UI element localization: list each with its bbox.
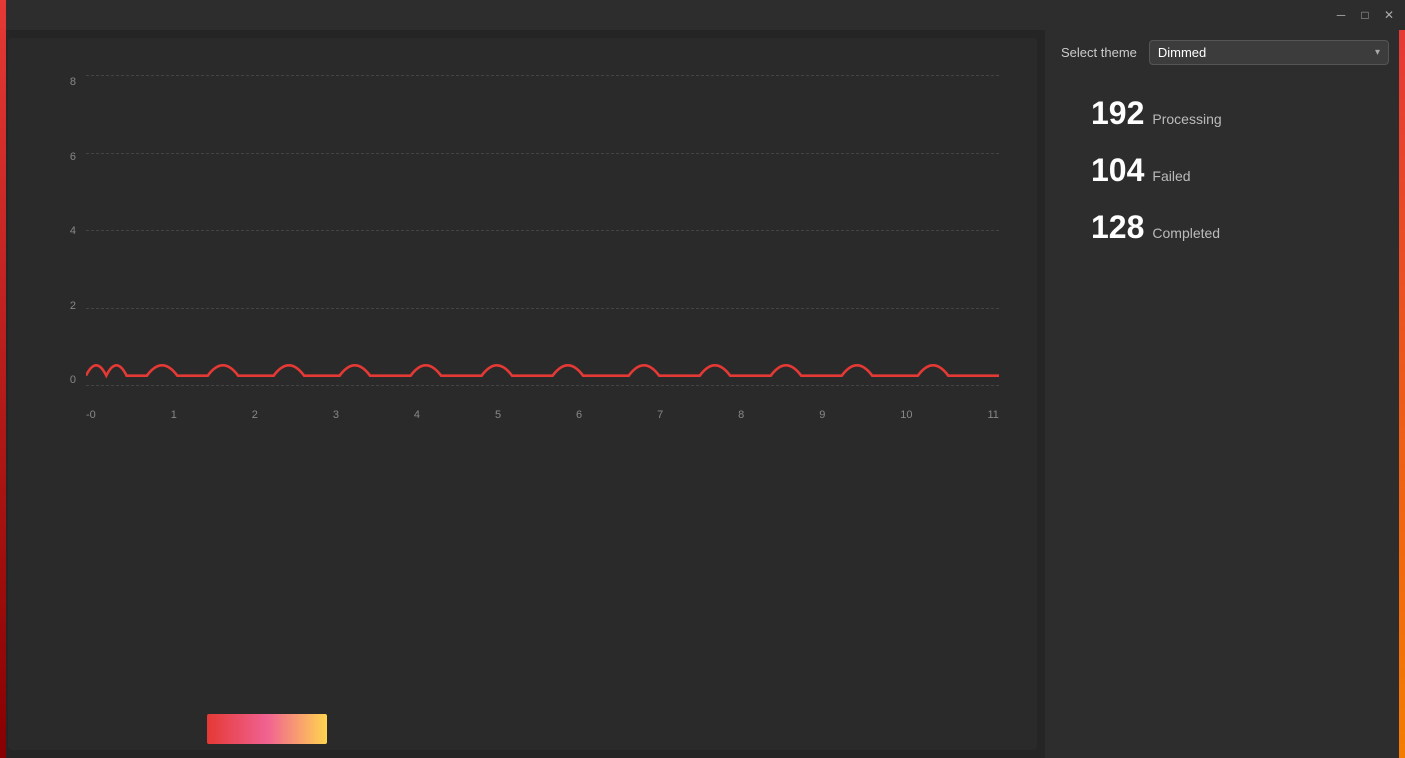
theme-selector-row: Select theme Dimmed ▾ bbox=[1061, 40, 1389, 65]
stat-label-processing: Processing bbox=[1152, 111, 1221, 127]
stat-number-failed: 104 bbox=[1091, 152, 1144, 189]
x-label-3: 3 bbox=[333, 409, 339, 421]
stat-label-completed: Completed bbox=[1152, 225, 1220, 241]
x-label-10: 10 bbox=[900, 409, 912, 421]
x-label-2: 2 bbox=[252, 409, 258, 421]
left-accent-bar bbox=[0, 30, 6, 758]
stat-row-completed: 128 Completed bbox=[1091, 209, 1389, 246]
minimize-button[interactable]: ─ bbox=[1333, 7, 1349, 23]
bottom-panel-left bbox=[16, 444, 519, 744]
main-window: ─ □ ✕ 0 2 4 6 8 bbox=[0, 0, 1405, 758]
y-label-4: 4 bbox=[56, 225, 76, 237]
x-label-0: -0 bbox=[86, 409, 96, 421]
x-label-6: 6 bbox=[576, 409, 582, 421]
theme-dropdown-value: Dimmed bbox=[1158, 45, 1206, 60]
theme-dropdown[interactable]: Dimmed ▾ bbox=[1149, 40, 1389, 65]
stats-container: 192 Processing 104 Failed 128 Completed bbox=[1061, 95, 1389, 246]
x-label-1: 1 bbox=[171, 409, 177, 421]
theme-label: Select theme bbox=[1061, 45, 1137, 60]
content-area: 0 2 4 6 8 bbox=[0, 30, 1405, 758]
bottom-panel-image bbox=[207, 714, 327, 744]
chart-area: 0 2 4 6 8 bbox=[36, 66, 1009, 426]
stat-row-failed: 104 Failed bbox=[1091, 152, 1389, 189]
main-panel: 0 2 4 6 8 bbox=[8, 38, 1037, 750]
x-label-5: 5 bbox=[495, 409, 501, 421]
right-accent-bar bbox=[1399, 30, 1405, 758]
x-label-7: 7 bbox=[657, 409, 663, 421]
x-label-4: 4 bbox=[414, 409, 420, 421]
stat-row-processing: 192 Processing bbox=[1091, 95, 1389, 132]
chevron-down-icon: ▾ bbox=[1375, 47, 1380, 58]
x-axis-labels: -0 1 2 3 4 5 6 7 8 9 10 11 bbox=[86, 409, 999, 421]
chart-inner bbox=[86, 76, 999, 386]
bottom-panel-right bbox=[527, 444, 1030, 744]
y-label-2: 2 bbox=[56, 300, 76, 312]
stat-number-processing: 192 bbox=[1091, 95, 1144, 132]
bottom-panels bbox=[16, 444, 1029, 744]
stat-number-completed: 128 bbox=[1091, 209, 1144, 246]
title-bar: ─ □ ✕ bbox=[0, 0, 1405, 30]
stat-label-failed: Failed bbox=[1152, 168, 1190, 184]
close-button[interactable]: ✕ bbox=[1381, 7, 1397, 23]
x-label-11: 11 bbox=[987, 409, 998, 421]
maximize-button[interactable]: □ bbox=[1357, 7, 1373, 23]
x-label-9: 9 bbox=[819, 409, 825, 421]
right-sidebar: Select theme Dimmed ▾ 192 Processing 104… bbox=[1045, 30, 1405, 758]
y-label-0: 0 bbox=[56, 374, 76, 386]
y-label-8: 8 bbox=[56, 76, 76, 88]
x-label-8: 8 bbox=[738, 409, 744, 421]
chart-container: 0 2 4 6 8 bbox=[16, 46, 1029, 436]
y-axis: 0 2 4 6 8 bbox=[56, 76, 76, 386]
chart-svg bbox=[86, 76, 999, 386]
y-label-6: 6 bbox=[56, 151, 76, 163]
